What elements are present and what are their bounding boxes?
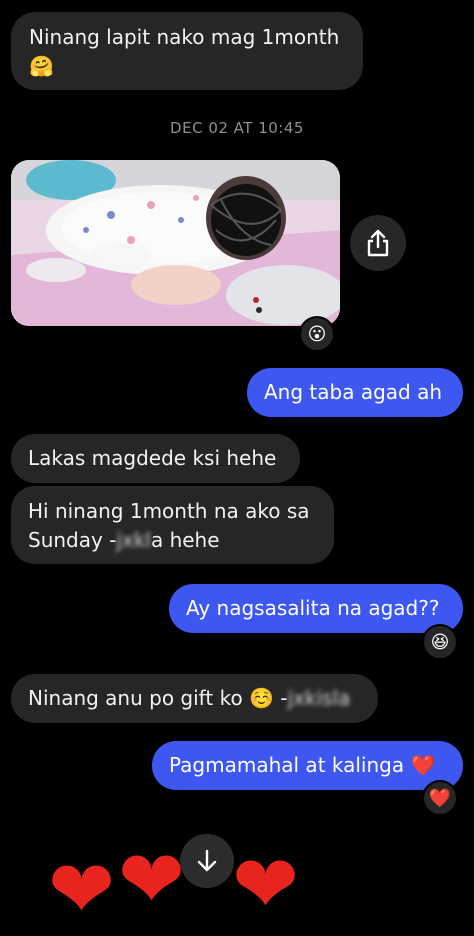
scroll-down-button[interactable]	[180, 834, 234, 888]
message-text: Ang taba agad ah	[264, 380, 443, 404]
heart-icon: ❤	[232, 838, 300, 931]
baby-photo[interactable]	[11, 160, 340, 326]
message-text: Sunday -	[28, 528, 117, 552]
redacted-text: jxkl	[116, 528, 151, 552]
timestamp: DEC 02 AT 10:45	[170, 119, 304, 137]
message-incoming[interactable]: Ninang anu po gift ko ☺️ -jxkisla	[11, 674, 378, 723]
message-outgoing[interactable]: Pagmamahal at kalinga ❤️	[152, 741, 463, 790]
laughing-reaction-icon[interactable]: 😆	[422, 624, 458, 660]
message-incoming[interactable]: Ninang lapit nako mag 1month 🤗	[11, 12, 363, 90]
message-outgoing[interactable]: Ang taba agad ah	[247, 368, 463, 417]
heart-emoji-icon: ❤️	[410, 753, 436, 777]
share-icon	[367, 229, 389, 257]
photo-image	[11, 160, 340, 326]
message-text: Ninang anu po gift ko ☺️ -	[28, 686, 288, 710]
arrow-down-icon	[197, 849, 217, 872]
message-text: Pagmamahal at kalinga	[169, 753, 405, 777]
message-text: Hi ninang 1month na ako sa	[28, 499, 310, 523]
message-text: Lakas magdede ksi hehe	[28, 446, 277, 470]
hug-emoji-icon: 🤗	[29, 54, 54, 78]
message-outgoing[interactable]: Ay nagsasalita na agad??	[169, 584, 463, 633]
message-text: a hehe	[150, 528, 220, 552]
share-button[interactable]	[350, 215, 406, 271]
heart-reaction-icon[interactable]: ❤️	[422, 780, 458, 816]
heart-icon: ❤	[48, 843, 116, 936]
message-text: Ay nagsasalita na agad??	[186, 596, 440, 620]
message-text: Ninang lapit nako mag 1month	[29, 25, 340, 49]
heart-icon: ❤	[118, 833, 186, 926]
surprised-reaction-icon[interactable]: 😮	[299, 316, 335, 352]
redacted-text: jxkisla	[287, 686, 351, 710]
message-incoming[interactable]: Hi ninang 1month na ako sa Sunday -jxkla…	[11, 486, 334, 564]
message-incoming[interactable]: Lakas magdede ksi hehe	[11, 434, 300, 483]
